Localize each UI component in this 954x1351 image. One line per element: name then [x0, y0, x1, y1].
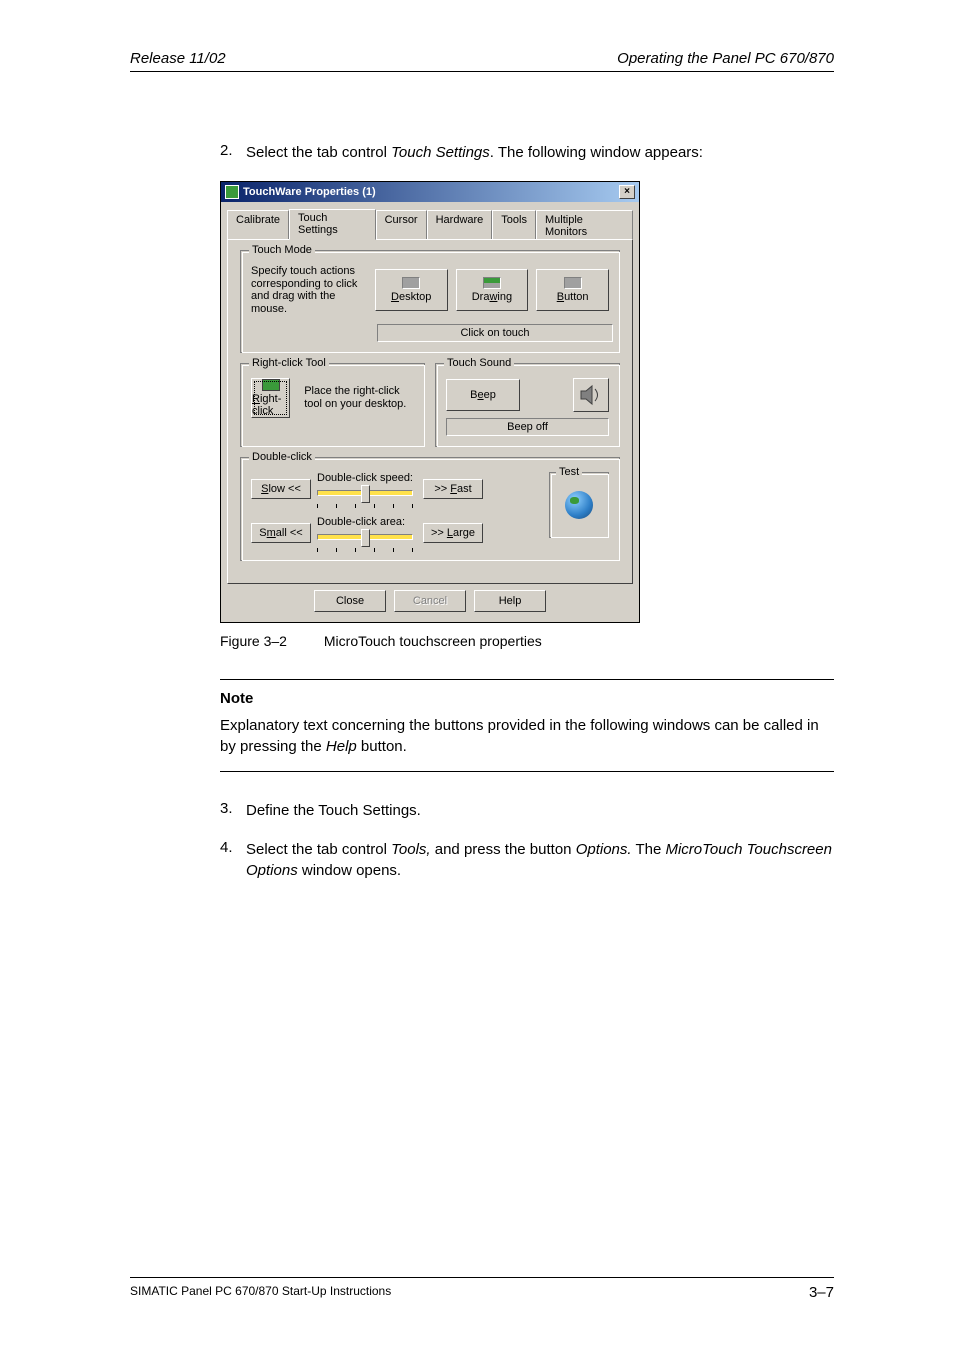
group-title: Touch Mode	[249, 244, 315, 256]
tab-multiple-monitors[interactable]: Multiple Monitors	[536, 210, 633, 241]
slow-button[interactable]: Slow <<	[251, 479, 311, 499]
step-number: 3.	[220, 800, 246, 821]
tab-calibrate[interactable]: Calibrate	[227, 210, 289, 241]
dialog-button-row: Close Cancel Help	[221, 590, 639, 622]
tab-panel: Touch Mode Specify touch actions corresp…	[227, 239, 633, 584]
area-slider[interactable]	[317, 528, 413, 550]
drawing-icon	[483, 277, 501, 289]
titlebar: TouchWare Properties (1) ×	[221, 182, 639, 202]
group-title: Right-click Tool	[249, 357, 329, 369]
figure-label: Figure 3–2	[220, 633, 320, 649]
small-button[interactable]: Small <<	[251, 523, 311, 543]
step-number: 2.	[220, 142, 246, 163]
tab-tools[interactable]: Tools	[492, 210, 536, 241]
note-block: Note Explanatory text concerning the but…	[220, 679, 834, 772]
button-icon	[564, 277, 582, 289]
step-text: Select the tab control Touch Settings. T…	[246, 142, 834, 163]
right-click-group: Right-click Tool Right-click Place the r…	[240, 363, 425, 447]
double-click-group: Double-click Slow << Double-click speed:	[240, 457, 620, 561]
right-click-icon	[262, 379, 280, 391]
close-icon[interactable]: ×	[619, 185, 635, 199]
step-text: Define the Touch Settings.	[246, 800, 834, 821]
footer-right: 3–7	[809, 1284, 834, 1301]
step-2: 2. Select the tab control Touch Settings…	[220, 142, 834, 163]
desktop-icon	[402, 277, 420, 289]
note-body: Explanatory text concerning the buttons …	[220, 715, 834, 757]
header-right: Operating the Panel PC 670/870	[617, 50, 834, 67]
tab-cursor[interactable]: Cursor	[376, 210, 427, 241]
button-mode-button[interactable]: Button	[536, 269, 609, 311]
touch-mode-status: Click on touch	[377, 324, 613, 342]
figure-text: MicroTouch touchscreen properties	[324, 633, 542, 649]
group-title: Touch Sound	[444, 357, 514, 369]
group-title: Double-click	[249, 451, 315, 463]
app-icon	[225, 185, 239, 199]
step-number: 4.	[220, 839, 246, 881]
touch-mode-group: Touch Mode Specify touch actions corresp…	[240, 250, 620, 353]
step-4: 4. Select the tab control Tools, and pre…	[220, 839, 834, 881]
step-3: 3. Define the Touch Settings.	[220, 800, 834, 821]
step-text: Select the tab control Tools, and press …	[246, 839, 834, 881]
figure-caption: Figure 3–2 MicroTouch touchscreen proper…	[220, 633, 834, 649]
help-button[interactable]: Help	[474, 590, 546, 612]
header-left: Release 11/02	[130, 50, 226, 67]
cancel-button: Cancel	[394, 590, 466, 612]
test-group: Test	[549, 472, 609, 538]
tab-touch-settings[interactable]: Touch Settings	[289, 209, 376, 240]
speed-slider[interactable]	[317, 484, 413, 506]
touch-mode-desc: Specify touch actions corresponding to c…	[251, 265, 367, 316]
touchware-properties-dialog: TouchWare Properties (1) × Calibrate Tou…	[220, 181, 640, 623]
fast-button[interactable]: >> Fast	[423, 479, 483, 499]
window-title: TouchWare Properties (1)	[243, 186, 376, 198]
speaker-icon	[573, 378, 609, 412]
tab-hardware[interactable]: Hardware	[427, 210, 493, 241]
globe-icon[interactable]	[565, 491, 593, 519]
page-header: Release 11/02 Operating the Panel PC 670…	[130, 50, 834, 72]
right-click-desc: Place the right-click tool on your deskt…	[304, 385, 414, 410]
note-title: Note	[220, 690, 834, 707]
speed-label: Double-click speed:	[317, 472, 417, 484]
beep-button[interactable]: Beep	[446, 379, 520, 411]
close-button[interactable]: Close	[314, 590, 386, 612]
touch-sound-group: Touch Sound Beep Beep off	[435, 363, 620, 447]
large-button[interactable]: >> Large	[423, 523, 483, 543]
footer-left: SIMATIC Panel PC 670/870 Start-Up Instru…	[130, 1284, 391, 1301]
page-footer: SIMATIC Panel PC 670/870 Start-Up Instru…	[130, 1277, 834, 1301]
area-label: Double-click area:	[317, 516, 417, 528]
drawing-mode-button[interactable]: Drawing	[456, 269, 529, 311]
tab-strip: Calibrate Touch Settings Cursor Hardware…	[221, 202, 639, 239]
touch-sound-status: Beep off	[446, 418, 609, 436]
right-click-button[interactable]: Right-click	[251, 378, 290, 418]
desktop-mode-button[interactable]: Desktop	[375, 269, 448, 311]
test-title: Test	[556, 466, 582, 478]
